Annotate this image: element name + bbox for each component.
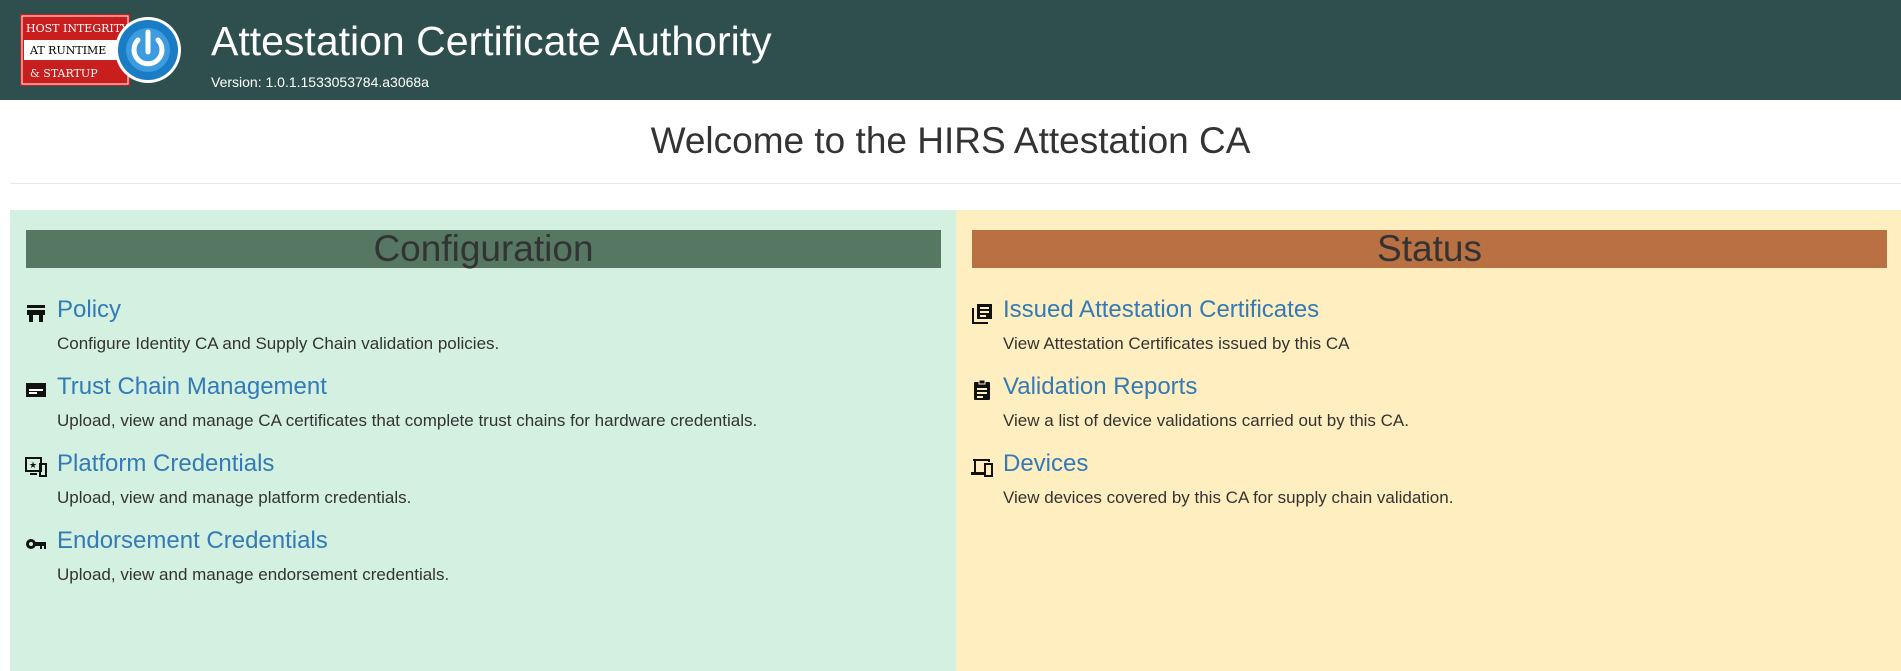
configuration-heading: Configuration bbox=[26, 230, 941, 268]
policy-link[interactable]: Policy bbox=[57, 296, 121, 324]
devices-link[interactable]: Devices bbox=[1003, 450, 1088, 478]
certificates-icon bbox=[972, 304, 992, 324]
key-icon bbox=[26, 539, 46, 549]
app-title: Attestation Certificate Authority bbox=[211, 18, 772, 64]
logo-line3: & STARTUP bbox=[30, 67, 98, 80]
hirs-logo[interactable]: HOST INTEGRITY AT RUNTIME & STARTUP bbox=[20, 14, 182, 86]
validation-reports-link[interactable]: Validation Reports bbox=[1003, 373, 1197, 401]
issued-certificates-link[interactable]: Issued Attestation Certificates bbox=[1003, 296, 1319, 324]
status-panel: Status Issued Attestation Certificates V… bbox=[956, 210, 1901, 671]
logo-line1: HOST INTEGRITY bbox=[26, 22, 129, 35]
policy-description: Configure Identity CA and Supply Chain v… bbox=[57, 334, 500, 353]
page-title: Welcome to the HIRS Attestation CA bbox=[650, 120, 1251, 161]
clipboard-icon bbox=[974, 379, 990, 400]
policy-icon bbox=[27, 305, 45, 322]
power-icon bbox=[115, 17, 181, 83]
devices-icon bbox=[971, 459, 993, 477]
trust-chain-link[interactable]: Trust Chain Management bbox=[57, 373, 327, 401]
status-heading: Status bbox=[972, 230, 1887, 268]
divider bbox=[10, 183, 1901, 184]
trust-chain-description: Upload, view and manage CA certificates … bbox=[57, 411, 758, 430]
issued-certificates-description: View Attestation Certificates issued by … bbox=[1003, 334, 1350, 353]
platform-credentials-link[interactable]: Platform Credentials bbox=[57, 450, 274, 478]
endorsement-credentials-link[interactable]: Endorsement Credentials bbox=[57, 527, 328, 555]
endorsement-credentials-description: Upload, view and manage endorsement cred… bbox=[57, 565, 450, 584]
svg-text:★: ★ bbox=[29, 461, 37, 471]
platform-credentials-icon: ★ bbox=[25, 457, 47, 477]
platform-credentials-description: Upload, view and manage platform credent… bbox=[57, 488, 412, 507]
trust-chain-icon bbox=[26, 383, 46, 397]
app-header: HOST INTEGRITY AT RUNTIME & STARTUP Atte… bbox=[0, 0, 1901, 100]
devices-description: View devices covered by this CA for supp… bbox=[1003, 488, 1454, 507]
configuration-panel: Configuration Policy Configure Identity … bbox=[10, 210, 956, 671]
validation-reports-description: View a list of device validations carrie… bbox=[1003, 411, 1409, 430]
app-version: Version: 1.0.1.1533053784.a3068a bbox=[211, 74, 429, 90]
logo-line2: AT RUNTIME bbox=[29, 44, 106, 57]
